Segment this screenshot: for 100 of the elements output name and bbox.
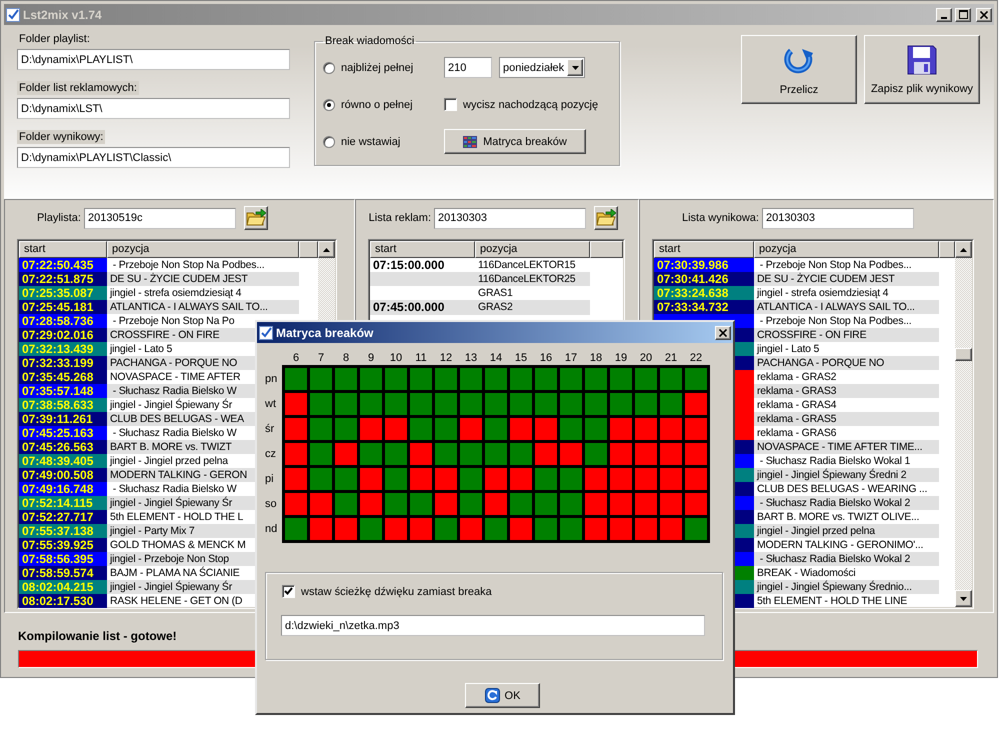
scroll-up-button[interactable] [955, 241, 972, 258]
matrix-cell[interactable] [610, 518, 632, 540]
matrix-cell[interactable] [460, 418, 482, 440]
scroll-up-button[interactable] [318, 241, 335, 258]
matrix-cell[interactable] [285, 493, 307, 515]
folder-field[interactable]: D:\dynamix\PLAYLIST\Classic\ [17, 147, 290, 168]
matrix-cell[interactable] [385, 493, 407, 515]
matrix-cell[interactable] [610, 468, 632, 490]
matrix-cell[interactable] [360, 493, 382, 515]
matrix-cell[interactable] [435, 493, 457, 515]
matrix-cell[interactable] [660, 443, 682, 465]
list-name-field[interactable]: 20130303 [434, 208, 586, 228]
matrix-cell[interactable] [660, 493, 682, 515]
close-button[interactable] [976, 8, 992, 22]
matrix-cell[interactable] [385, 518, 407, 540]
matrix-cell[interactable] [460, 393, 482, 415]
matrix-cell[interactable] [585, 393, 607, 415]
matrix-cell[interactable] [410, 518, 432, 540]
column-header[interactable]: start [370, 241, 475, 258]
matrix-cell[interactable] [685, 443, 707, 465]
matrix-cell[interactable] [510, 468, 532, 490]
matrix-cell[interactable] [435, 518, 457, 540]
matrix-cell[interactable] [410, 443, 432, 465]
matrix-cell[interactable] [560, 418, 582, 440]
matrix-cell[interactable] [285, 418, 307, 440]
matrix-cell[interactable] [635, 493, 657, 515]
matrix-cell[interactable] [510, 393, 532, 415]
matrix-cell[interactable] [460, 493, 482, 515]
matrix-cell[interactable] [310, 368, 332, 390]
matrix-cell[interactable] [285, 368, 307, 390]
column-header[interactable]: pozycja [754, 241, 939, 258]
matrix-cell[interactable] [360, 468, 382, 490]
matrix-cell[interactable] [585, 518, 607, 540]
matrix-cell[interactable] [285, 518, 307, 540]
matrix-cell[interactable] [685, 468, 707, 490]
matrix-cell[interactable] [410, 393, 432, 415]
matrix-cell[interactable] [560, 443, 582, 465]
folder-field[interactable]: D:\dynamix\PLAYLIST\ [17, 49, 290, 70]
matrix-cell[interactable] [685, 393, 707, 415]
matrix-cell[interactable] [335, 493, 357, 515]
day-dropdown[interactable]: poniedziałek [499, 57, 585, 78]
checkbox[interactable] [444, 98, 457, 111]
matrix-cell[interactable] [385, 468, 407, 490]
radio-button[interactable] [323, 98, 335, 110]
matrix-cell[interactable] [335, 368, 357, 390]
open-button[interactable] [594, 206, 618, 230]
matrix-cell[interactable] [385, 393, 407, 415]
matrix-cell[interactable] [635, 418, 657, 440]
scroll-thumb[interactable] [955, 348, 972, 361]
matrix-cell[interactable] [435, 443, 457, 465]
matrix-cell[interactable] [360, 518, 382, 540]
list-name-field[interactable]: 20130303 [762, 208, 914, 228]
matrix-cell[interactable] [485, 418, 507, 440]
matrix-cell[interactable] [310, 443, 332, 465]
maximize-button[interactable] [955, 8, 971, 22]
matrix-cell[interactable] [460, 468, 482, 490]
matrix-cell[interactable] [360, 418, 382, 440]
matrix-cell[interactable] [610, 393, 632, 415]
matrix-cell[interactable] [335, 518, 357, 540]
matrix-cell[interactable] [610, 418, 632, 440]
recalc-button[interactable]: Przelicz [741, 35, 857, 104]
matrix-cell[interactable] [385, 443, 407, 465]
matrix-button[interactable]: Matryca breaków [444, 129, 586, 154]
matrix-cell[interactable] [535, 443, 557, 465]
matrix-cell[interactable] [610, 443, 632, 465]
matrix-cell[interactable] [485, 443, 507, 465]
matrix-cell[interactable] [410, 493, 432, 515]
matrix-cell[interactable] [285, 443, 307, 465]
matrix-cell[interactable] [435, 468, 457, 490]
matrix-cell[interactable] [635, 518, 657, 540]
matrix-cell[interactable] [285, 393, 307, 415]
column-header[interactable]: start [19, 241, 107, 258]
matrix-cell[interactable] [685, 368, 707, 390]
matrix-cell[interactable] [510, 493, 532, 515]
matrix-cell[interactable] [610, 368, 632, 390]
matrix-cell[interactable] [560, 518, 582, 540]
matrix-cell[interactable] [610, 493, 632, 515]
radio-button[interactable] [323, 136, 335, 148]
matrix-cell[interactable] [335, 468, 357, 490]
matrix-cell[interactable] [535, 368, 557, 390]
scroll-down-button[interactable] [955, 590, 972, 607]
matrix-cell[interactable] [635, 443, 657, 465]
matrix-cell[interactable] [510, 518, 532, 540]
matrix-cell[interactable] [285, 468, 307, 490]
matrix-cell[interactable] [460, 443, 482, 465]
matrix-cell[interactable] [485, 368, 507, 390]
minutes-field[interactable]: 210 [444, 57, 492, 78]
matrix-cell[interactable] [560, 368, 582, 390]
open-button[interactable] [244, 206, 268, 230]
column-header[interactable]: pozycja [475, 241, 590, 258]
save-button[interactable]: Zapisz plik wynikowy [864, 35, 980, 104]
matrix-cell[interactable] [335, 393, 357, 415]
folder-field[interactable]: D:\dynamix\LST\ [17, 98, 290, 119]
column-header[interactable]: start [654, 241, 754, 258]
matrix-cell[interactable] [660, 518, 682, 540]
matrix-cell[interactable] [635, 368, 657, 390]
matrix-cell[interactable] [660, 468, 682, 490]
matrix-cell[interactable] [435, 393, 457, 415]
matrix-cell[interactable] [435, 368, 457, 390]
matrix-cell[interactable] [360, 443, 382, 465]
